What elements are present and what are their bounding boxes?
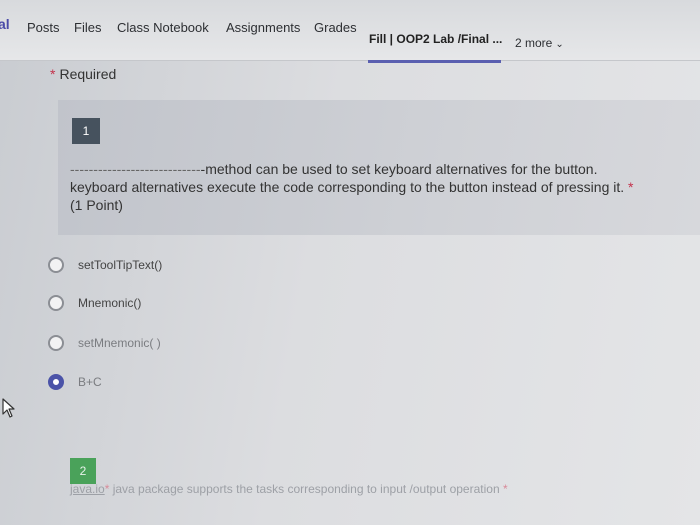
required-label: Required — [59, 66, 117, 82]
option-label: B+C — [78, 375, 102, 389]
question-2-number-badge: 2 — [70, 458, 96, 484]
required-asterisk-icon: * — [50, 66, 56, 82]
question-1-text: -----------------------------method can … — [70, 160, 690, 214]
required-asterisk-icon: * — [628, 179, 634, 195]
tab-active-form[interactable]: Fill | OOP2 Lab /Final ... — [369, 32, 502, 46]
radio-button[interactable] — [48, 257, 64, 273]
radio-button-selected[interactable] — [48, 374, 64, 390]
option-settooltiptext[interactable]: setToolTipText() — [48, 254, 162, 276]
option-b-plus-c[interactable]: B+C — [48, 371, 102, 393]
option-mnemonic[interactable]: Mnemonic() — [48, 292, 141, 314]
question-1-points: (1 Point) — [70, 197, 123, 213]
chevron-down-icon: ⌄ — [555, 39, 564, 50]
question-2-body: java package supports the tasks correspo… — [109, 482, 500, 496]
option-setmnemonic[interactable]: setMnemonic( ) — [48, 332, 161, 354]
option-label: setMnemonic( ) — [78, 336, 161, 350]
more-tabs-label: 2 more — [515, 36, 553, 50]
question-1-blank: ---------------------------- — [70, 161, 201, 177]
question-2-blank: java.io — [70, 482, 105, 496]
more-tabs-dropdown[interactable]: 2 more ⌄ — [515, 36, 564, 50]
team-name-fragment[interactable]: al — [0, 16, 10, 32]
option-label: Mnemonic() — [78, 296, 142, 310]
forms-page: al Posts Files Class Notebook Assignment… — [0, 0, 700, 525]
tab-grades[interactable]: Grades — [314, 20, 357, 35]
question-1-line1: -method can be used to set keyboard alte… — [200, 161, 598, 177]
radio-button[interactable] — [48, 295, 64, 311]
question-number-badge: 1 — [72, 118, 100, 144]
required-note: * Required — [50, 66, 116, 82]
tab-assignments[interactable]: Assignments — [226, 20, 300, 35]
question-2-text: java.io * java package supports the tasks… — [70, 482, 508, 496]
active-tab-indicator — [368, 60, 501, 63]
mouse-cursor-icon — [2, 398, 15, 418]
tab-posts[interactable]: Posts — [27, 20, 60, 35]
question-1-line2: keyboard alternatives execute the code c… — [70, 179, 625, 195]
channel-tab-bar: al Posts Files Class Notebook Assignment… — [0, 0, 700, 61]
tab-files[interactable]: Files — [74, 20, 101, 35]
tab-class-notebook[interactable]: Class Notebook — [117, 20, 209, 35]
option-label: setToolTipText() — [78, 258, 163, 272]
required-asterisk-icon: * — [502, 482, 508, 496]
radio-button[interactable] — [48, 335, 64, 351]
